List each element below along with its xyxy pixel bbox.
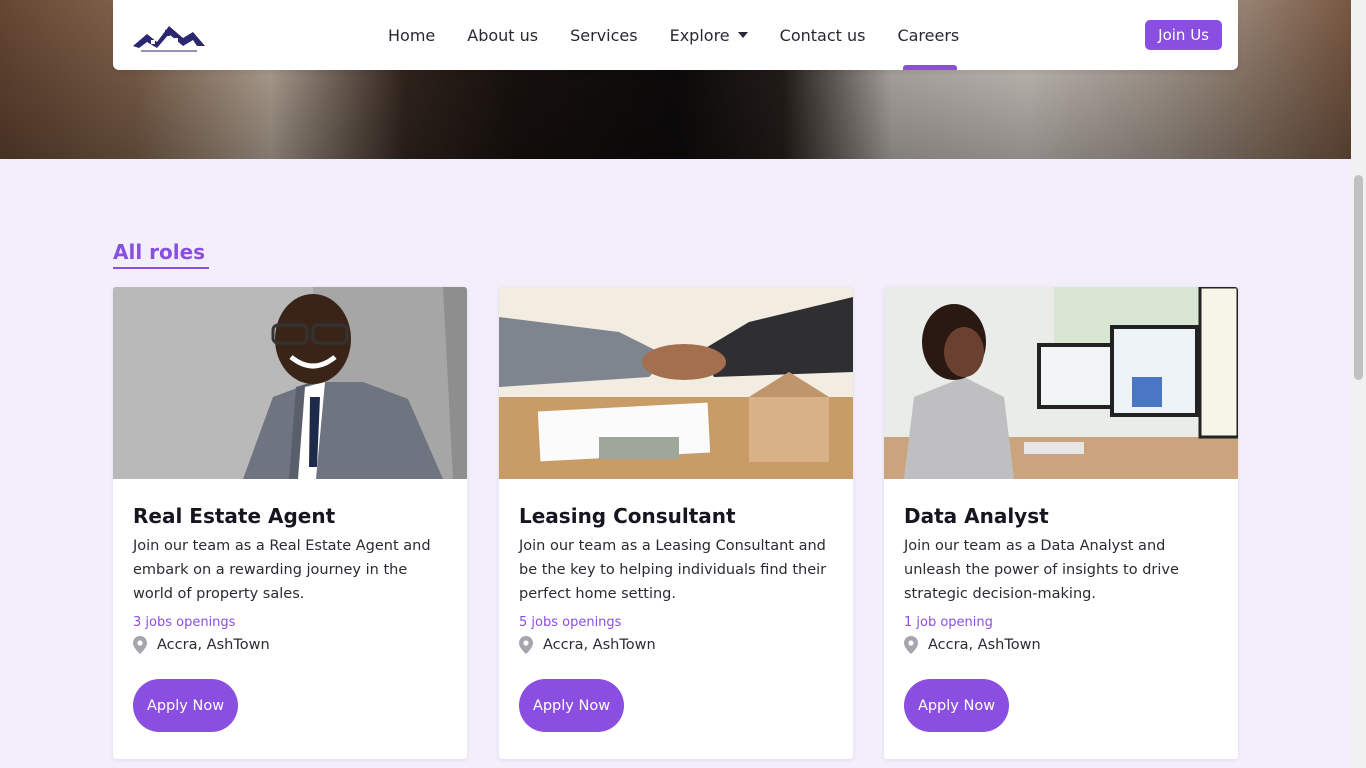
role-location: Accra, AshTown (904, 636, 1218, 654)
role-image (884, 287, 1238, 479)
location-pin-icon (904, 636, 918, 654)
location-text: Accra, AshTown (543, 637, 656, 653)
location-text: Accra, AshTown (157, 637, 270, 653)
nav-services[interactable]: Services (570, 0, 637, 70)
role-description: Join our team as a Real Estate Agent and… (133, 538, 431, 602)
role-title: Leasing Consultant (519, 504, 736, 528)
nav-explore-label: Explore (669, 25, 730, 45)
nav-careers[interactable]: Careers (897, 0, 959, 70)
nav-home[interactable]: Home (388, 0, 435, 70)
house-logo-icon[interactable] (131, 18, 207, 54)
location-text: Accra, AshTown (928, 637, 1041, 653)
nav-about-us[interactable]: About us (467, 0, 538, 70)
role-location: Accra, AshTown (133, 636, 447, 654)
section-title: All roles (113, 240, 209, 269)
top-navbar: Home About us Services Explore Contact u… (113, 0, 1238, 70)
job-openings-count[interactable]: 3 jobs openings (133, 615, 447, 630)
role-title: Real Estate Agent (133, 504, 336, 528)
role-card: Data Analyst Join our team as a Data Ana… (884, 287, 1238, 759)
apply-now-button[interactable]: Apply Now (519, 679, 624, 732)
nav-contact-us[interactable]: Contact us (780, 0, 866, 70)
location-pin-icon (519, 636, 533, 654)
join-us-button[interactable]: Join Us (1145, 20, 1222, 50)
apply-now-button[interactable]: Apply Now (133, 679, 238, 732)
scrollbar-thumb[interactable] (1354, 175, 1363, 380)
role-description: Join our team as a Data Analyst and unle… (904, 538, 1179, 602)
page-scrollbar[interactable] (1351, 0, 1366, 768)
role-card: Leasing Consultant Join our team as a Le… (499, 287, 853, 759)
role-image (499, 287, 853, 479)
job-openings-count[interactable]: 1 job opening (904, 615, 1218, 630)
main-nav: Home About us Services Explore Contact u… (388, 0, 991, 70)
role-location: Accra, AshTown (519, 636, 833, 654)
role-description: Join our team as a Leasing Consultant an… (519, 538, 827, 602)
apply-now-button[interactable]: Apply Now (904, 679, 1009, 732)
role-title: Data Analyst (904, 504, 1049, 528)
role-card: Real Estate Agent Join our team as a Rea… (113, 287, 467, 759)
location-pin-icon (133, 636, 147, 654)
job-openings-count[interactable]: 5 jobs openings (519, 615, 833, 630)
caret-down-icon (737, 32, 748, 38)
nav-explore[interactable]: Explore (670, 0, 748, 70)
role-image (113, 287, 467, 479)
